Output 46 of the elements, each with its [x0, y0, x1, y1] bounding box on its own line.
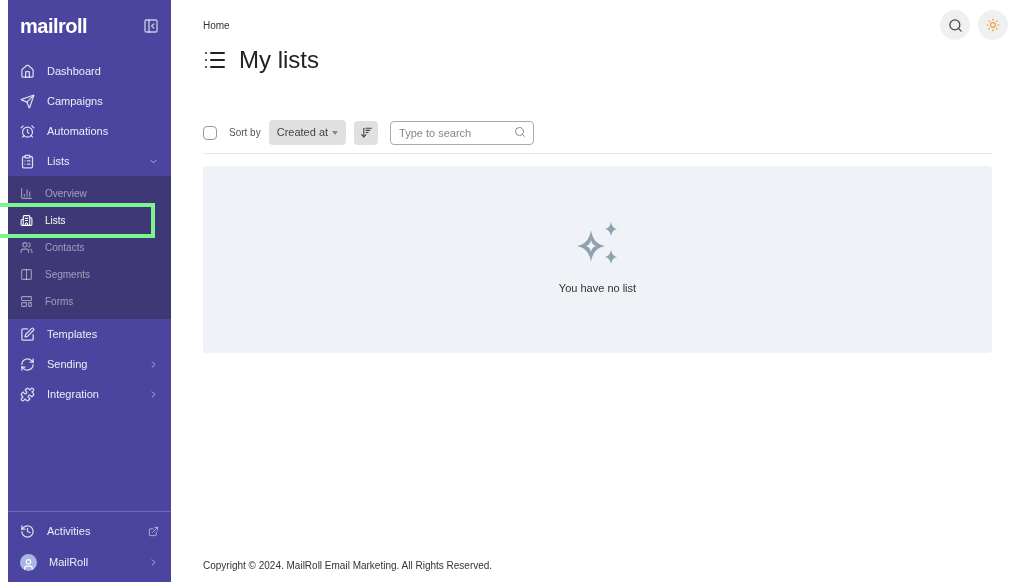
collapse-icon[interactable] [143, 18, 159, 34]
menu-icon [20, 63, 35, 79]
sort-icon [359, 126, 373, 139]
search-icon [947, 17, 963, 33]
breadcrumb[interactable]: Home [203, 17, 230, 33]
sort-direction-button[interactable] [354, 120, 379, 145]
menu-icon [20, 326, 35, 342]
menu-icon [20, 93, 35, 109]
search-icon [514, 126, 527, 138]
sidebar-item[interactable]: Integration [8, 379, 171, 409]
sort-dropdown[interactable]: Created at [268, 120, 347, 145]
history-icon [20, 524, 35, 539]
logo: mailroll [20, 14, 88, 39]
sidebar-item[interactable]: Activities [8, 516, 171, 547]
empty-message: You have no list [558, 281, 637, 297]
menu-icon [20, 356, 35, 372]
submenu-item[interactable]: Contacts [8, 234, 171, 261]
submenu-icon [20, 187, 33, 200]
menu-icon [20, 386, 35, 402]
submenu-icon [20, 241, 33, 254]
page-title: My lists [239, 45, 319, 75]
submenu-item[interactable]: Forms [8, 288, 171, 315]
sun-icon [986, 18, 1000, 32]
select-all-checkbox[interactable] [203, 125, 217, 140]
sidebar-item[interactable]: Dashboard [8, 56, 171, 86]
search-field[interactable]: Type to search [390, 121, 535, 145]
sidebar-item[interactable]: Sending [8, 349, 171, 379]
submenu-item[interactable]: Overview [8, 180, 171, 207]
menu-icon [20, 153, 35, 169]
submenu-item[interactable]: Lists [0, 207, 151, 234]
sidebar-item[interactable]: Campaigns [8, 86, 171, 116]
sidebar-item[interactable]: Lists [8, 146, 171, 176]
submenu-icon [20, 268, 33, 281]
sidebar-item[interactable]: Templates [8, 319, 171, 349]
submenu-icon [20, 214, 33, 227]
caret-icon [332, 130, 339, 135]
avatar-icon [20, 554, 37, 571]
submenu-icon [20, 295, 33, 308]
submenu-item[interactable]: Segments [8, 261, 171, 288]
menu-icon [20, 123, 35, 139]
external-link-icon [148, 526, 159, 537]
sidebar-item[interactable]: MailRoll [8, 547, 171, 578]
search-button[interactable] [940, 10, 970, 40]
sort-label: Sort by [229, 126, 261, 140]
sidebar-item[interactable]: Automations [8, 116, 171, 146]
copyright-text: Copyright © 2024. MailRoll Email Marketing. All Rights Reserved. [203, 559, 494, 573]
